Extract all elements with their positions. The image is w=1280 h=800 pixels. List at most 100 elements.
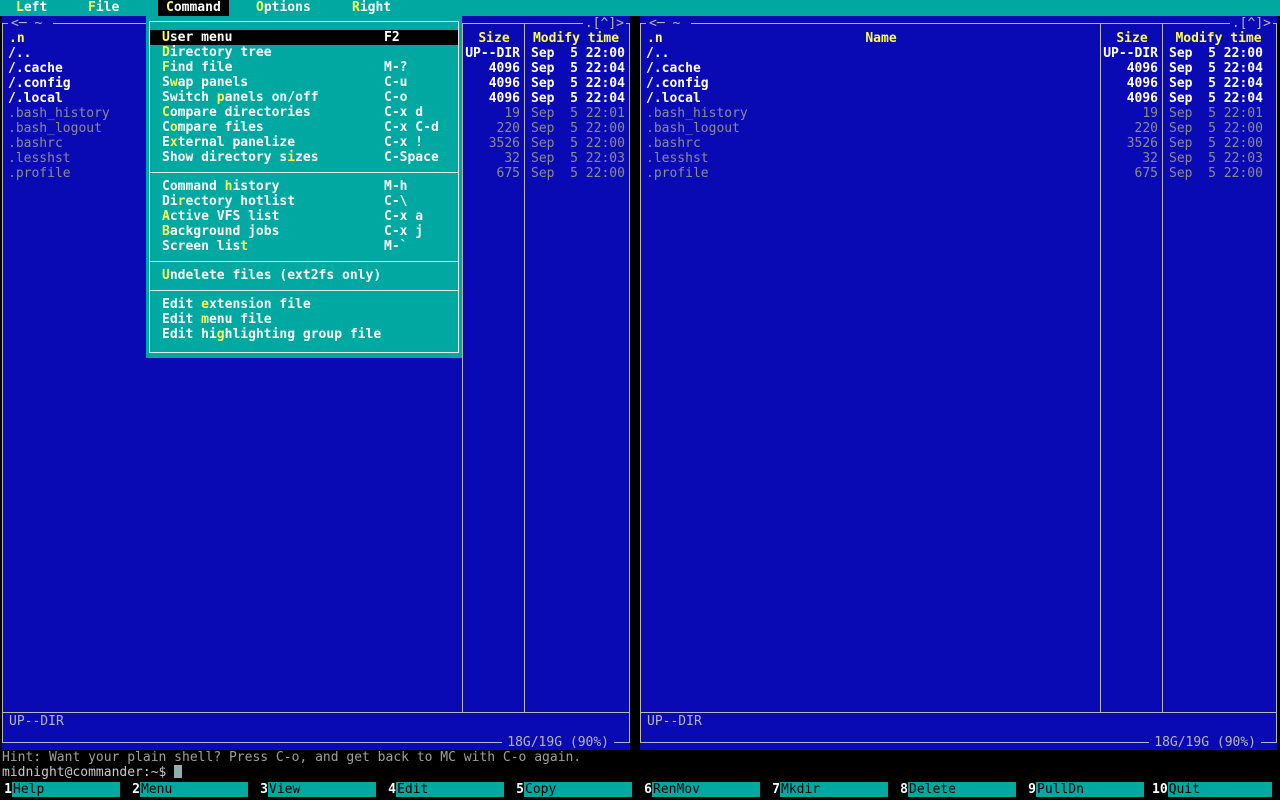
menu-shortcut: C-x ! xyxy=(384,135,424,150)
hotkey-letter: w xyxy=(169,75,178,90)
file-row[interactable]: /.cache 4096 Sep 5 22:04 xyxy=(641,61,1276,76)
fkey-label: View xyxy=(268,782,376,797)
panel-path[interactable]: <─ ~ xyxy=(8,16,54,31)
panel-nav-buttons[interactable]: .[^]> xyxy=(1229,16,1273,31)
menubar-item-file[interactable]: File xyxy=(80,0,127,16)
menu-item-active-vfs-list[interactable]: Active VFS list C-x a xyxy=(150,209,458,224)
label-pre: E xyxy=(162,135,170,150)
fkey-label: Edit xyxy=(396,782,504,797)
file-row[interactable]: .profile 675 Sep 5 22:00 xyxy=(641,166,1276,181)
fkey-view[interactable]: 3 View xyxy=(256,782,384,797)
menubar-item-command[interactable]: Command xyxy=(158,0,229,16)
menu-separator xyxy=(150,254,458,268)
column-header-mtime[interactable]: Modify time xyxy=(525,31,627,46)
file-size: 4096 xyxy=(1126,61,1158,76)
label-pre: Edit xyxy=(162,297,202,312)
column-header-size[interactable]: Size xyxy=(463,31,525,46)
label-post: ight xyxy=(359,0,392,15)
file-row[interactable]: .lesshst 32 Sep 5 22:03 xyxy=(641,151,1276,166)
menu-item-directory-hotlist[interactable]: Directory hotlist C-\ xyxy=(150,194,458,209)
fkey-menu[interactable]: 2 Menu xyxy=(128,782,256,797)
file-row[interactable]: /.config 4096 Sep 5 22:04 xyxy=(641,76,1276,91)
file-name: .profile xyxy=(8,166,71,181)
column-header-name[interactable]: Name xyxy=(661,31,1101,46)
menu-separator xyxy=(150,165,458,179)
menu-item-user-menu[interactable]: User menu F2 xyxy=(150,30,458,45)
menu-separator xyxy=(150,283,458,297)
menu-item-directory-tree[interactable]: Directory tree xyxy=(150,45,458,60)
menu-item-undelete-files-ext2fs-only-[interactable]: Undelete files (ext2fs only) xyxy=(150,268,458,283)
label-post: eft xyxy=(23,0,48,15)
shell-prompt-line[interactable]: midnight@commander:~$ xyxy=(2,765,183,780)
hotkey-letter: m xyxy=(201,312,209,327)
fkey-number: 5 xyxy=(512,782,524,797)
menu-item-switch-panels-on-off[interactable]: Switch panels on/off C-o xyxy=(150,90,458,105)
file-name: /.config xyxy=(646,76,709,91)
hotkey-letter: O xyxy=(256,0,264,15)
menu-item-edit-extension-file[interactable]: Edit extension file xyxy=(150,297,458,312)
hotkey-letter: t xyxy=(240,239,249,254)
column-header-mtime[interactable]: Modify time xyxy=(1163,31,1274,46)
fkey-quit[interactable]: 10 Quit xyxy=(1152,782,1280,797)
column-header-size[interactable]: Size xyxy=(1101,31,1163,46)
menu-item-edit-highlighting-group-file[interactable]: Edit highlighting group file xyxy=(150,327,458,342)
file-size: 4096 xyxy=(488,91,520,106)
fkey-copy[interactable]: 5 Copy xyxy=(512,782,640,797)
file-name: .bashrc xyxy=(8,136,63,151)
fkey-number: 2 xyxy=(128,782,140,797)
file-mtime: Sep 5 22:00 xyxy=(531,136,625,151)
file-row[interactable]: .bash_logout 220 Sep 5 22:00 xyxy=(641,121,1276,136)
menu-shortcut: M-? xyxy=(384,60,408,75)
fkey-label: PullDn xyxy=(1036,782,1144,797)
fkey-edit[interactable]: 4 Edit xyxy=(384,782,512,797)
fkey-number: 8 xyxy=(896,782,908,797)
menu-item-swap-panels[interactable]: Swap panels C-u xyxy=(150,75,458,90)
shell-prompt-text: midnight@commander:~$ xyxy=(2,765,167,780)
menu-item-command-history[interactable]: Command history M-h xyxy=(150,179,458,194)
hotkey-letter: g xyxy=(216,327,225,342)
file-row[interactable]: .bashrc 3526 Sep 5 22:00 xyxy=(641,136,1276,151)
file-size: 32 xyxy=(1142,151,1158,166)
label-post: ptions xyxy=(263,0,311,15)
menu-item-compare-directories[interactable]: Compare directories C-x d xyxy=(150,105,458,120)
menu-item-background-jobs[interactable]: Background jobs C-x j xyxy=(150,224,458,239)
fkey-pulldn[interactable]: 9 PullDn xyxy=(1024,782,1152,797)
hotkey-letter: p xyxy=(216,90,225,105)
fkey-label: RenMov xyxy=(652,782,760,797)
menubar-item-right[interactable]: Right xyxy=(344,0,399,16)
file-mtime: Sep 5 22:03 xyxy=(531,151,625,166)
panel-nav-buttons[interactable]: .[^]> xyxy=(582,16,626,31)
menu-item-compare-files[interactable]: Compare files C-x C-d xyxy=(150,120,458,135)
fkey-renmov[interactable]: 6 RenMov xyxy=(640,782,768,797)
file-size: 19 xyxy=(1142,106,1158,121)
file-size: 675 xyxy=(1134,166,1158,181)
menubar-item-options[interactable]: Options xyxy=(248,0,319,16)
file-mtime: Sep 5 22:00 xyxy=(1169,136,1263,151)
fkey-number: 3 xyxy=(256,782,268,797)
hotkey-letter: C xyxy=(166,0,174,15)
menu-shortcut: C-x a xyxy=(384,209,424,224)
label-post: hlighting group file xyxy=(224,327,382,342)
fkey-mkdir[interactable]: 7 Mkdir xyxy=(768,782,896,797)
file-mtime: Sep 5 22:04 xyxy=(1169,61,1263,76)
file-mtime: Sep 5 22:04 xyxy=(1169,76,1263,91)
file-row[interactable]: /.local 4096 Sep 5 22:04 xyxy=(641,91,1276,106)
file-name: .bashrc xyxy=(646,136,701,151)
fkey-help[interactable]: 1 Help xyxy=(0,782,128,797)
label-post: ackground jobs xyxy=(169,224,280,239)
menubar-item-left[interactable]: Left xyxy=(8,0,55,16)
file-list: /.. UP--DIR Sep 5 22:00 /.cache 4096 Sep 5 22… xyxy=(641,46,1276,181)
menu-item-show-directory-sizes[interactable]: Show directory sizes C-Space xyxy=(150,150,458,165)
file-row[interactable]: /.. UP--DIR Sep 5 22:00 xyxy=(641,46,1276,61)
file-size: UP--DIR xyxy=(465,46,520,61)
menu-item-external-panelize[interactable]: External panelize C-x ! xyxy=(150,135,458,150)
fkey-delete[interactable]: 8 Delete xyxy=(896,782,1024,797)
menu-item-edit-menu-file[interactable]: Edit menu file xyxy=(150,312,458,327)
file-row[interactable]: .bash_history 19 Sep 5 22:01 xyxy=(641,106,1276,121)
panel-path[interactable]: <─ ~ xyxy=(646,16,692,31)
disk-usage: 18G/19G (90%) xyxy=(502,735,614,750)
menu-shortcut: M-` xyxy=(384,239,408,254)
menu-item-screen-list[interactable]: Screen list M-` xyxy=(150,239,458,254)
label-post: ompare directories xyxy=(169,105,311,120)
menu-item-find-file[interactable]: Find file M-? xyxy=(150,60,458,75)
